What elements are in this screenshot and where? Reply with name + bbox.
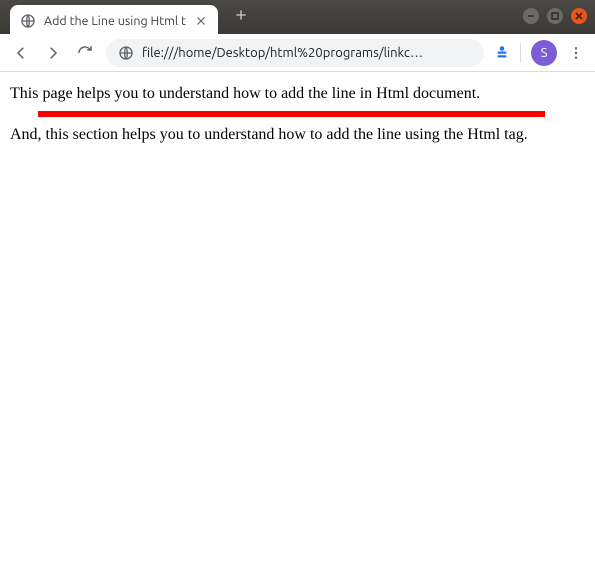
reload-button[interactable] <box>70 38 100 68</box>
window-close-icon[interactable] <box>571 8 587 24</box>
extension-icon[interactable] <box>492 43 512 63</box>
close-icon[interactable] <box>194 14 208 28</box>
window-controls <box>523 8 587 24</box>
avatar-initial: S <box>541 46 548 60</box>
minimize-icon[interactable] <box>523 8 539 24</box>
browser-window: Add the Line using Html t <box>0 0 595 579</box>
back-button[interactable] <box>6 38 36 68</box>
page-content: This page helps you to understand how to… <box>0 72 595 579</box>
divider <box>520 43 521 63</box>
titlebar: Add the Line using Html t <box>0 0 595 34</box>
tab-title: Add the Line using Html t <box>44 14 186 28</box>
globe-icon <box>20 13 36 29</box>
horizontal-rule <box>38 111 545 117</box>
paragraph-2: And, this section helps you to understan… <box>10 125 585 146</box>
globe-icon <box>118 45 134 61</box>
address-bar[interactable]: file:///home/Desktop/html%20programs/lin… <box>106 39 484 67</box>
toolbar: file:///home/Desktop/html%20programs/lin… <box>0 34 595 72</box>
browser-tab[interactable]: Add the Line using Html t <box>10 5 218 37</box>
menu-button[interactable] <box>563 38 589 68</box>
maximize-icon[interactable] <box>547 8 563 24</box>
new-tab-button[interactable] <box>228 2 254 28</box>
paragraph-1: This page helps you to understand how to… <box>10 84 585 105</box>
url-text: file:///home/Desktop/html%20programs/lin… <box>142 46 472 60</box>
forward-button[interactable] <box>38 38 68 68</box>
avatar[interactable]: S <box>531 40 557 66</box>
